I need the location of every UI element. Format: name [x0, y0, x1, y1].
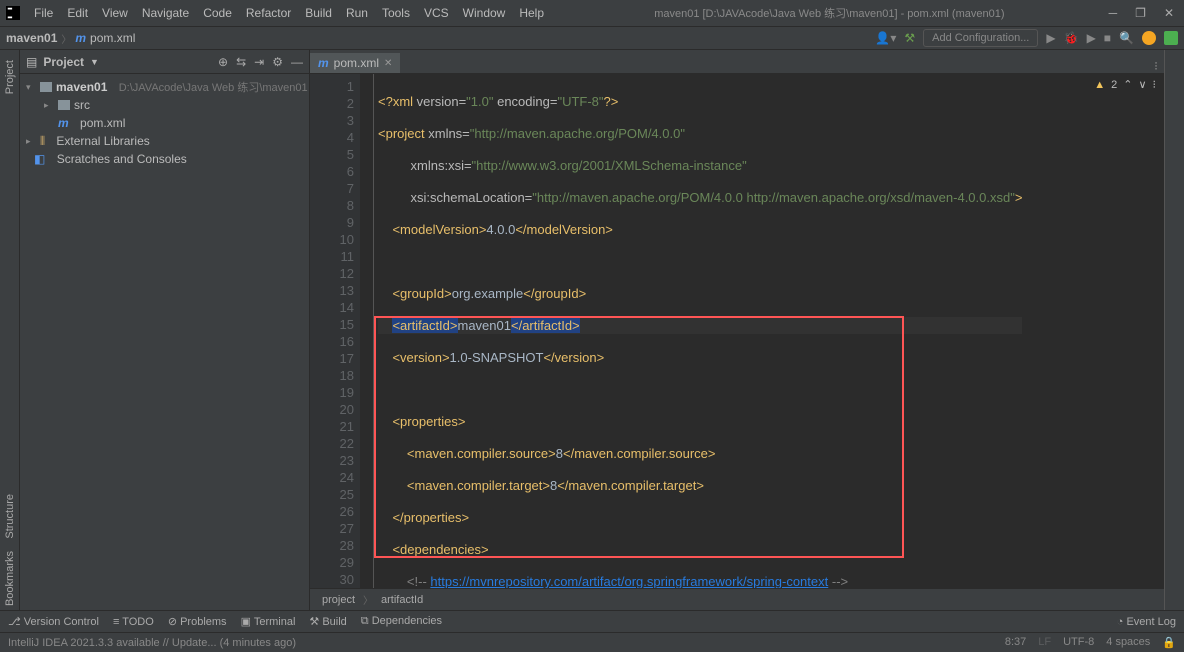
run-icon[interactable]: ▶ — [1046, 31, 1055, 45]
terminal-tool[interactable]: ▣ Terminal — [241, 615, 296, 628]
build-tool[interactable]: ⚒ Build — [309, 615, 346, 628]
window-title: maven01 [D:\JAVAcode\Java Web 练习\maven01… — [550, 5, 1109, 21]
status-message[interactable]: IntelliJ IDEA 2021.3.3 available // Upda… — [8, 637, 296, 649]
encoding-label[interactable]: UTF-8 — [1063, 636, 1094, 649]
maven-file-icon: m — [75, 31, 86, 45]
editor-breadcrumb[interactable]: project〉artifactId — [310, 588, 1164, 610]
menu-edit[interactable]: Edit — [61, 4, 94, 22]
shield-icon[interactable] — [1164, 31, 1178, 45]
navigation-bar: maven01 〉 m pom.xml 👤▾ ⚒ Add Configurati… — [0, 26, 1184, 50]
gear-icon[interactable]: ⚙ — [272, 55, 283, 69]
collapse-icon[interactable]: ⇥ — [254, 55, 264, 69]
menu-run[interactable]: Run — [340, 4, 374, 22]
expand-icon[interactable]: ⇆ — [236, 55, 246, 69]
debug-icon[interactable]: 🐞 — [1064, 31, 1079, 45]
menu-tools[interactable]: Tools — [376, 4, 416, 22]
bookmarks-tool-button[interactable]: Bookmarks — [4, 547, 16, 610]
window-controls: ─ ❐ ✕ — [1109, 6, 1174, 20]
title-bar: File Edit View Navigate Code Refactor Bu… — [0, 0, 1184, 26]
main-menu: File Edit View Navigate Code Refactor Bu… — [28, 4, 550, 22]
tree-root: maven01 — [56, 80, 107, 94]
intellij-icon — [6, 6, 20, 20]
right-tool-strip — [1164, 50, 1184, 610]
menu-file[interactable]: File — [28, 4, 59, 22]
left-tool-strip: Project Structure Bookmarks — [0, 50, 20, 610]
maximize-button[interactable]: ❐ — [1135, 6, 1146, 20]
tree-root-path: D:\JAVAcode\Java Web 练习\maven01 — [119, 79, 308, 95]
project-tool-button[interactable]: Project — [4, 56, 16, 98]
menu-navigate[interactable]: Navigate — [136, 4, 195, 22]
coverage-icon[interactable]: ▶ — [1087, 31, 1096, 45]
menu-window[interactable]: Window — [457, 4, 512, 22]
close-button[interactable]: ✕ — [1164, 6, 1174, 20]
hide-icon[interactable]: — — [291, 55, 303, 69]
tab-label: pom.xml — [334, 56, 379, 70]
menu-code[interactable]: Code — [197, 4, 238, 22]
line-gutter: 1234567💡89101112131415161718192021222324… — [310, 74, 360, 588]
vcs-tool[interactable]: ⎇ Version Control — [8, 615, 99, 628]
bottom-tool-bar: ⎇ Version Control ≡ TODO ⊘ Problems ▣ Te… — [0, 610, 1184, 632]
stop-icon[interactable]: ■ — [1104, 31, 1111, 45]
project-tree[interactable]: ▾maven01 D:\JAVAcode\Java Web 练习\maven01… — [20, 74, 309, 172]
problems-tool[interactable]: ⊘ Problems — [168, 615, 227, 628]
project-panel: ▤ Project ▼ ⊕ ⇆ ⇥ ⚙ — ▾maven01 D:\JAVAco… — [20, 50, 310, 610]
editor-tabs: m pom.xml ✕ ⁝ — [310, 50, 1164, 74]
project-title: Project — [43, 55, 84, 69]
tree-src: src — [74, 98, 90, 112]
tree-pom: pom.xml — [80, 116, 125, 130]
target-icon[interactable]: ⊕ — [218, 55, 228, 69]
avatar-icon[interactable] — [1142, 31, 1156, 45]
editor-area: m pom.xml ✕ ⁝ ▲2⌃∨⁝ 1234567💡891011121314… — [310, 50, 1164, 610]
breadcrumb-file[interactable]: pom.xml — [90, 31, 135, 45]
close-tab-icon[interactable]: ✕ — [384, 58, 392, 69]
event-log-tool[interactable]: ◔ Event Log — [1117, 616, 1176, 628]
folder-icon: ▤ — [26, 55, 37, 69]
code-editor[interactable]: ▲2⌃∨⁝ 1234567💡89101112131415161718192021… — [310, 74, 1164, 588]
structure-tool-button[interactable]: Structure — [4, 490, 16, 543]
menu-help[interactable]: Help — [513, 4, 550, 22]
tree-ext-libs: External Libraries — [56, 134, 149, 148]
dropdown-icon[interactable]: ▼ — [90, 57, 99, 67]
maven-file-icon: m — [318, 56, 329, 70]
library-icon: ⫴ — [40, 134, 45, 149]
deps-tool[interactable]: ⧉ Dependencies — [361, 615, 442, 628]
inspection-summary[interactable]: ▲2⌃∨⁝ — [1094, 78, 1156, 91]
bc-artifact: artifactId — [381, 594, 423, 606]
status-bar: IntelliJ IDEA 2021.3.3 available // Upda… — [0, 632, 1184, 652]
menu-view[interactable]: View — [96, 4, 134, 22]
chevron-right-icon: 〉 — [61, 31, 71, 46]
breadcrumb-project[interactable]: maven01 — [6, 31, 57, 45]
tree-scratches: Scratches and Consoles — [57, 152, 187, 166]
scratch-icon: ◧ — [34, 152, 45, 166]
code-lines[interactable]: <?xml version="1.0" encoding="UTF-8"?> <… — [374, 74, 1022, 588]
todo-tool[interactable]: ≡ TODO — [113, 616, 154, 628]
menu-build[interactable]: Build — [299, 4, 338, 22]
search-icon[interactable]: 🔍 — [1119, 31, 1134, 45]
run-config-button[interactable]: Add Configuration... — [923, 29, 1038, 47]
caret-position[interactable]: 8:37 — [1005, 636, 1026, 649]
indent-label[interactable]: 4 spaces — [1106, 636, 1150, 649]
menu-vcs[interactable]: VCS — [418, 4, 455, 22]
hammer-icon[interactable]: ⚒ — [904, 31, 915, 45]
user-icon[interactable]: 👤▾ — [875, 31, 896, 45]
lock-icon[interactable]: 🔒 — [1162, 636, 1176, 649]
menu-refactor[interactable]: Refactor — [240, 4, 297, 22]
tab-options-icon[interactable]: ⁝ — [1148, 59, 1164, 73]
minimize-button[interactable]: ─ — [1109, 6, 1118, 20]
tab-pom[interactable]: m pom.xml ✕ — [310, 51, 400, 73]
fold-bar[interactable] — [360, 74, 374, 588]
bc-project: project — [322, 594, 355, 606]
